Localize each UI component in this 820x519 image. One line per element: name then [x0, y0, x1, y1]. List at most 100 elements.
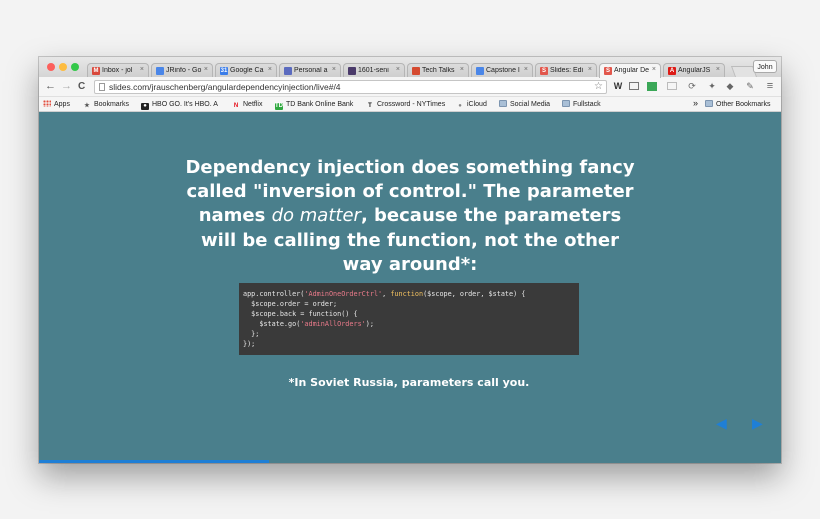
tab-title: 1601-seni	[358, 67, 389, 74]
wikipedia-extension-icon[interactable]: W	[613, 81, 623, 92]
bookmark-label: Fullstack	[573, 101, 601, 108]
puzzle-extension-icon[interactable]: ✦	[707, 81, 717, 92]
tab-title: JRinfo - Go	[166, 67, 202, 74]
other-bookmarks-folder[interactable]: Other Bookmarks	[705, 99, 770, 110]
profile-button[interactable]: John	[753, 60, 777, 73]
tab-10[interactable]: A AngularJS ×	[663, 63, 725, 77]
bookmark-hbo-go-it-s-hbo-a[interactable]: ● HBO GO. It's HBO. A	[141, 99, 218, 110]
url-text: slides.com/jrauschenberg/angulardependen…	[109, 82, 341, 92]
code-keyword: function	[390, 290, 424, 298]
refresh-extension-icon[interactable]: ⟳	[687, 81, 697, 92]
code-string: 'adminAllOrders'	[300, 320, 366, 328]
close-tab-icon[interactable]: ×	[716, 66, 720, 73]
reload-button[interactable]: C	[78, 80, 85, 93]
headline-emphasis: do matter	[271, 205, 361, 227]
tab-4[interactable]: Personal a ×	[279, 63, 341, 77]
sheets-extension-icon[interactable]	[647, 82, 657, 91]
nytimes-icon: T	[368, 103, 372, 109]
bookmark-label: Netflix	[243, 101, 263, 108]
github-icon	[348, 67, 356, 75]
td-bank-icon: TD	[275, 103, 283, 110]
cube-extension-icon[interactable]: ◆	[725, 81, 735, 92]
back-button[interactable]: ←	[45, 80, 56, 93]
bookmark-social-media[interactable]: Social Media	[499, 99, 550, 110]
close-tab-icon[interactable]: ×	[588, 66, 592, 73]
close-tab-icon[interactable]: ×	[396, 66, 400, 73]
bookmark-label: TD Bank Online Bank	[286, 101, 354, 108]
close-tab-icon[interactable]: ×	[268, 66, 272, 73]
code-line: $state.go('adminAllOrders');	[243, 320, 374, 328]
zoom-window-button[interactable]	[71, 63, 79, 71]
code-line: $scope.order = order;	[243, 300, 338, 308]
slides-icon: S	[540, 67, 548, 75]
other-bookmarks-label: Other Bookmarks	[716, 101, 771, 108]
address-bar[interactable]: slides.com/jrauschenberg/angulardependen…	[94, 80, 607, 94]
next-slide-arrow-icon[interactable]: ▶	[752, 416, 763, 430]
bookmark-icloud[interactable]: ● iCloud	[456, 99, 487, 110]
tab-6[interactable]: Tech Talks ×	[407, 63, 469, 77]
code-block: app.controller('AdminOneOrderCtrl', func…	[239, 283, 579, 355]
google-calendar-icon: 31	[220, 67, 228, 75]
tab-9[interactable]: S Angular De ×	[599, 63, 661, 78]
slides-icon: S	[604, 67, 612, 75]
tab-title: Personal a	[294, 67, 328, 74]
tab-title: Google Ca	[230, 67, 264, 74]
prev-slide-arrow-icon[interactable]: ◀	[716, 416, 727, 430]
tab-7[interactable]: Capstone I ×	[471, 63, 533, 77]
bookmark-label: Apps	[54, 101, 70, 108]
document-icon	[284, 67, 292, 75]
apple-icon: ●	[458, 103, 462, 109]
apps-icon	[43, 100, 51, 107]
diamond-icon	[412, 67, 420, 75]
tab-5[interactable]: 1601-seni ×	[343, 63, 405, 77]
close-tab-icon[interactable]: ×	[460, 66, 464, 73]
code-line: app.controller('AdminOneOrderCtrl', func…	[243, 290, 526, 298]
browser-window: M Inbox - jol × JRinfo - Go × 31 Google Ca × Per…	[39, 57, 781, 463]
close-tab-icon[interactable]: ×	[524, 66, 528, 73]
cast-extension-icon[interactable]	[629, 82, 639, 90]
gmail-icon: M	[92, 67, 100, 75]
bookmarks-overflow-button[interactable]: »	[693, 98, 698, 109]
bookmark-netflix[interactable]: N Netflix	[232, 99, 263, 110]
tab-title: Slides: Edi	[550, 67, 584, 74]
forward-button[interactable]: →	[61, 80, 72, 93]
tab-8[interactable]: S Slides: Edi ×	[535, 63, 597, 77]
google-docs-icon	[476, 67, 484, 75]
menu-icon[interactable]: ≡	[765, 81, 775, 92]
bookmark-td-bank-online-bank[interactable]: TD TD Bank Online Bank	[275, 99, 353, 110]
bookmark-star-icon[interactable]: ☆	[594, 81, 603, 93]
tab-1[interactable]: M Inbox - jol ×	[87, 63, 149, 77]
close-tab-icon[interactable]: ×	[652, 66, 656, 73]
page-icon	[99, 83, 105, 91]
code-line: $scope.back = function() {	[243, 310, 358, 318]
close-tab-icon[interactable]: ×	[140, 66, 144, 73]
bookmark-apps[interactable]: Apps	[43, 99, 70, 110]
hbo-icon: ●	[141, 103, 149, 110]
bookmark-label: HBO GO. It's HBO. A	[152, 101, 218, 108]
bookmark-bookmarks[interactable]: ★ Bookmarks	[83, 99, 129, 110]
tab-2[interactable]: JRinfo - Go ×	[151, 63, 213, 77]
toolbar: ← → C slides.com/jrauschenberg/angularde…	[39, 77, 781, 97]
close-tab-icon[interactable]: ×	[332, 66, 336, 73]
bookmark-label: iCloud	[467, 101, 487, 108]
tab-title: Angular De	[614, 67, 650, 74]
code-line: });	[243, 340, 256, 348]
tab-strip: M Inbox - jol × JRinfo - Go × 31 Google Ca × Per…	[39, 57, 781, 78]
code-line: };	[243, 330, 260, 338]
slide-progress-bar	[39, 460, 270, 463]
close-tab-icon[interactable]: ×	[204, 66, 208, 73]
minimize-window-button[interactable]	[59, 63, 67, 71]
bookmark-label: Crossword - NYTimes	[377, 101, 446, 108]
folder-icon	[705, 100, 713, 107]
code-string: 'AdminOneOrderCtrl'	[304, 290, 383, 298]
bookmark-fullstack[interactable]: Fullstack	[562, 99, 601, 110]
close-window-button[interactable]	[47, 63, 55, 71]
google-docs-icon	[156, 67, 164, 75]
slide-footnote: *In Soviet Russia, parameters call you.	[288, 376, 530, 389]
pen-extension-icon[interactable]: ✎	[745, 81, 755, 92]
bookmarks-bar: Apps ★ Bookmarks ● HBO GO. It's HBO. A N Netfl…	[39, 97, 781, 112]
blank-extension-icon[interactable]	[667, 82, 677, 90]
bookmark-crossword-nytimes[interactable]: T Crossword - NYTimes	[366, 99, 445, 110]
tab-title: Inbox - jol	[102, 67, 133, 74]
tab-3[interactable]: 31 Google Ca ×	[215, 63, 277, 77]
